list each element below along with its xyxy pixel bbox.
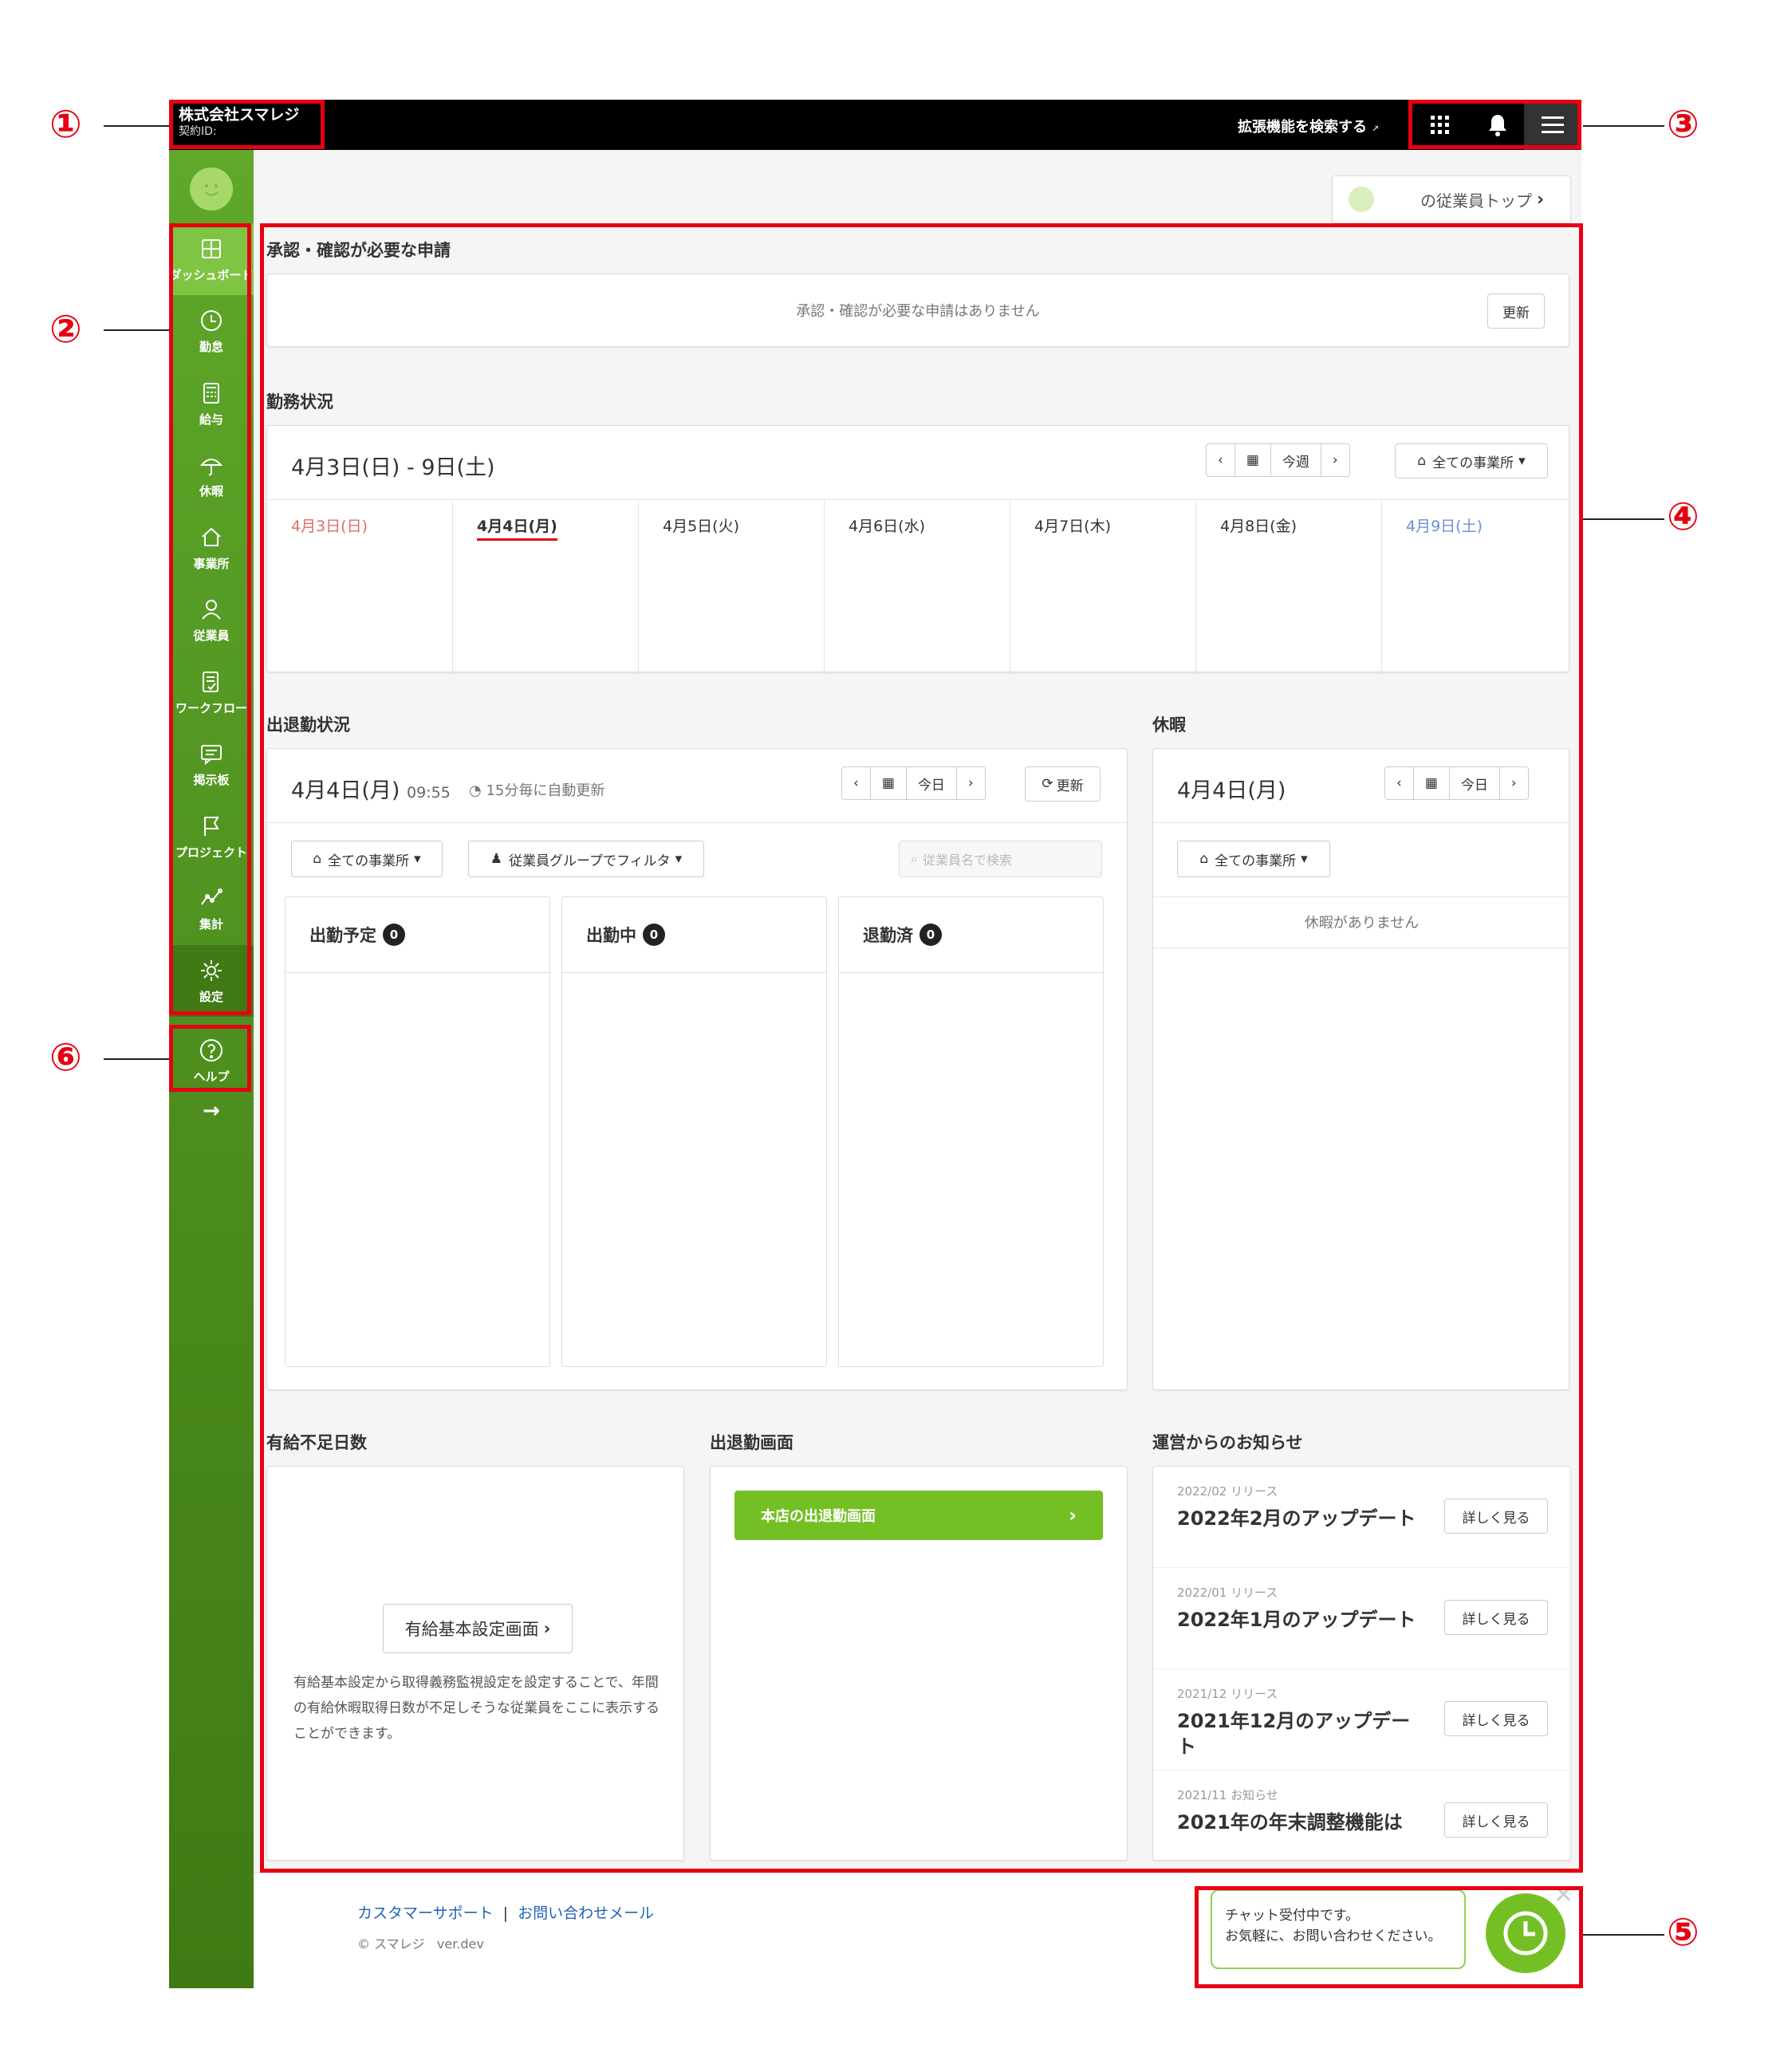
version-label: ver.dev xyxy=(436,1936,484,1952)
employee-avatar-icon xyxy=(1349,187,1374,212)
footer-copyright: © スマレジ ver.dev xyxy=(357,1933,484,1952)
callout-line xyxy=(104,125,169,127)
callout-line xyxy=(1583,125,1664,127)
callout-line xyxy=(104,329,169,331)
top-bar: 株式会社スマレジ 契約ID: 拡張機能を検索する ↗ xyxy=(169,100,1581,150)
annotation-box-1 xyxy=(169,100,325,149)
annotation-box-2 xyxy=(169,223,251,1015)
callout-line xyxy=(1583,518,1664,520)
callout-line xyxy=(104,1058,169,1060)
smiley-icon xyxy=(204,184,219,196)
callout-1: ① xyxy=(49,102,82,147)
contact-mail-link[interactable]: お問い合わせメール xyxy=(518,1905,654,1922)
footer-links: カスタマーサポート | お問い合わせメール xyxy=(357,1901,654,1923)
callout-2: ② xyxy=(49,307,82,352)
sidebar-expand-arrow[interactable]: → xyxy=(169,1099,254,1123)
extension-search-link[interactable]: 拡張機能を検索する ↗ xyxy=(1238,116,1379,136)
chevron-right-icon: › xyxy=(1537,189,1545,210)
external-link-icon: ↗ xyxy=(1372,124,1380,134)
employee-top-label: の従業員トップ xyxy=(1420,191,1532,211)
annotation-box-3 xyxy=(1408,100,1581,149)
callout-4: ④ xyxy=(1667,494,1699,539)
annotation-box-5 xyxy=(1195,1886,1583,1988)
callout-line xyxy=(1583,1934,1664,1936)
annotation-box-6 xyxy=(169,1025,251,1092)
annotation-box-4 xyxy=(260,223,1583,1873)
callout-5: ⑤ xyxy=(1667,1910,1699,1955)
extension-search-label: 拡張機能を検索する xyxy=(1238,119,1367,136)
avatar[interactable] xyxy=(190,167,233,211)
callout-3: ③ xyxy=(1667,102,1699,147)
copyright-label: © スマレジ xyxy=(357,1936,425,1952)
employee-top-link[interactable]: の従業員トップ › xyxy=(1332,175,1571,223)
customer-support-link[interactable]: カスタマーサポート xyxy=(357,1905,494,1922)
footer-separator: | xyxy=(502,1905,509,1922)
callout-6: ⑥ xyxy=(49,1035,82,1080)
